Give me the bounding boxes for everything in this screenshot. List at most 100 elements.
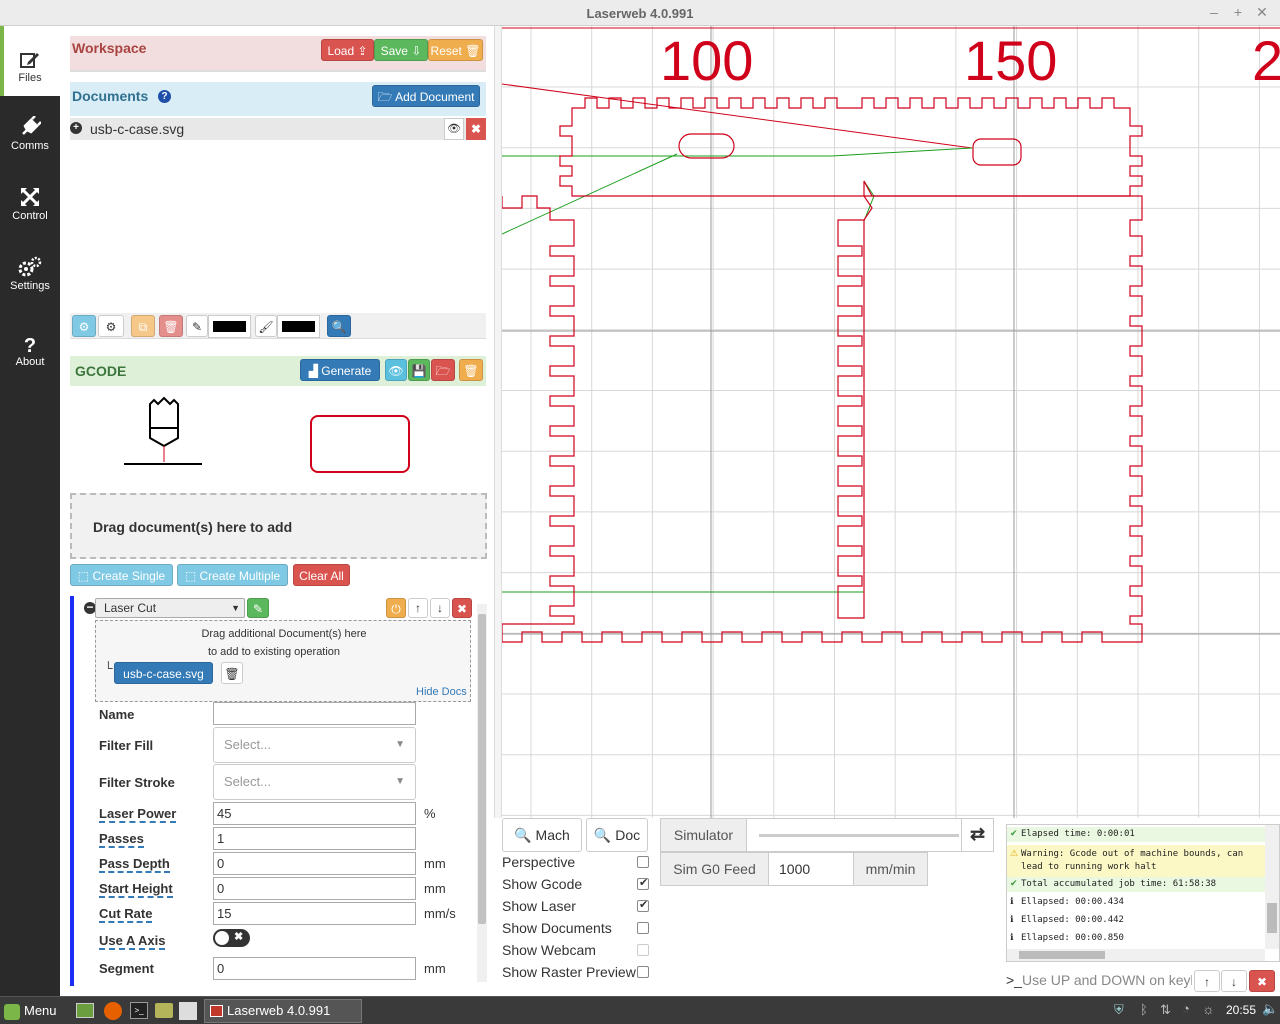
dropzone-text: Drag document(s) here to add bbox=[93, 519, 293, 535]
filter-fill-select[interactable]: Select... ▼ bbox=[213, 727, 416, 763]
console-input[interactable]: >_Use UP and DOWN on keyb bbox=[1006, 968, 1192, 992]
add-document-button[interactable]: 🗁 Add Document bbox=[372, 85, 480, 107]
taskbar-window-laserweb[interactable]: Laserweb 4.0.991 bbox=[204, 999, 362, 1023]
trash-button[interactable]: 🗑 bbox=[159, 315, 183, 337]
power-toggle-button[interactable]: ⏻ bbox=[386, 598, 406, 618]
maximize-icon[interactable]: + bbox=[1230, 4, 1246, 20]
select-all-button[interactable]: ⚙ bbox=[72, 315, 96, 337]
delete-document-button[interactable]: ✖ bbox=[466, 118, 486, 140]
load-gcode-button[interactable]: 🗁 bbox=[431, 359, 455, 381]
passes-label: Passes bbox=[99, 831, 144, 848]
operation-documents[interactable]: Drag additional Document(s) here to add … bbox=[95, 620, 471, 702]
segment-input[interactable]: 0 bbox=[213, 957, 416, 980]
bluetooth-icon[interactable]: ᛒ bbox=[1140, 1002, 1148, 1017]
eye-icon[interactable]: 👁 bbox=[444, 118, 464, 140]
show-webcam-checkbox[interactable] bbox=[637, 944, 649, 956]
save-gcode-button[interactable]: 💾 bbox=[408, 359, 430, 381]
view-gcode-button[interactable]: 👁 bbox=[385, 359, 407, 381]
generate-button[interactable]: ▟ Generate bbox=[300, 359, 380, 381]
history-down-button[interactable]: ↓ bbox=[1221, 970, 1247, 992]
name-input[interactable] bbox=[213, 702, 416, 725]
edit-icon bbox=[20, 53, 39, 68]
start-height-input[interactable]: 0 bbox=[213, 877, 416, 900]
filter-stroke-select[interactable]: Select... ▼ bbox=[213, 764, 416, 800]
stroke-color-swatch[interactable] bbox=[277, 315, 320, 338]
use-a-axis-toggle[interactable]: ✖ bbox=[213, 929, 250, 947]
show-raster-preview-row: Show Raster Preview bbox=[502, 964, 649, 980]
reset-button[interactable]: Reset 🗑 bbox=[428, 39, 483, 61]
sidebar-item-control[interactable]: Control bbox=[0, 186, 60, 256]
log-line: ℹ Ellapsed: 00:00.850 bbox=[1010, 933, 1124, 943]
laser-power-input[interactable]: 45 bbox=[213, 802, 416, 825]
create-multiple-button[interactable]: ⬚ Create Multiple bbox=[177, 564, 288, 586]
workspace-canvas[interactable]: 100 150 2 bbox=[502, 26, 1280, 818]
console-vscrollbar[interactable] bbox=[1265, 825, 1279, 949]
doc-view-button[interactable]: 🔍 Doc bbox=[586, 818, 648, 852]
sidebar-item-comms[interactable]: Comms bbox=[0, 116, 60, 186]
select-none-button[interactable]: ⚙ bbox=[98, 315, 124, 337]
sidebar-item-about[interactable]: ? About bbox=[0, 326, 60, 396]
show-documents-checkbox[interactable] bbox=[637, 922, 649, 934]
fill-pencil-icon[interactable]: ✎ bbox=[186, 315, 208, 337]
history-up-button[interactable]: ↑ bbox=[1194, 970, 1220, 992]
remove-doc-button[interactable]: 🗑 bbox=[221, 662, 243, 684]
mach-view-button[interactable]: 🔍 Mach bbox=[502, 818, 582, 852]
show-gcode-checkbox[interactable] bbox=[637, 876, 649, 890]
firefox-icon[interactable] bbox=[104, 1002, 122, 1020]
hide-docs-link[interactable]: Hide Docs bbox=[416, 686, 467, 698]
taskbar: Menu >_ Laserweb 4.0.991 ⛨ ᛒ ⇅ ◔ ☼ 20:55… bbox=[0, 996, 1280, 1024]
terminal-icon[interactable]: >_ bbox=[130, 1002, 148, 1019]
clear-all-button[interactable]: Clear All bbox=[293, 564, 350, 586]
search-button[interactable]: 🔍 bbox=[327, 315, 351, 337]
simulator-slider[interactable] bbox=[759, 834, 959, 837]
network-icon[interactable]: ⇅ bbox=[1160, 1002, 1171, 1018]
load-button[interactable]: Load ⇪ bbox=[321, 39, 374, 61]
log-line: ✔ Total accumulated job time: 61:58:38 bbox=[1007, 877, 1265, 892]
files-panel: Workspace Load ⇪ Save ⇩ Reset 🗑 Document… bbox=[60, 26, 494, 996]
operation-doc-tag[interactable]: usb-c-case.svg bbox=[114, 662, 213, 684]
fill-color-swatch[interactable] bbox=[208, 315, 251, 338]
document-dropzone[interactable]: Drag document(s) here to add bbox=[70, 493, 487, 559]
create-single-button[interactable]: ⬚ Create Single bbox=[70, 564, 173, 586]
show-raster-preview-checkbox[interactable] bbox=[637, 966, 649, 978]
show-laser-checkbox[interactable] bbox=[637, 898, 649, 912]
brightness-icon[interactable]: ☼ bbox=[1202, 1001, 1215, 1017]
perspective-checkbox[interactable] bbox=[637, 856, 649, 868]
stroke-brush-icon[interactable]: 🖌 bbox=[255, 315, 277, 337]
operation-type-select[interactable]: Laser Cut ▼ bbox=[95, 598, 245, 618]
delete-operation-button[interactable]: ✖ bbox=[452, 598, 472, 618]
help-icon[interactable]: ? bbox=[158, 90, 171, 103]
swap-icon[interactable]: ⇄ bbox=[961, 819, 993, 851]
shield-icon[interactable]: ⛨ bbox=[1114, 1002, 1124, 1018]
edit-operation-button[interactable]: ✎ bbox=[247, 598, 269, 618]
folder-icon[interactable] bbox=[155, 1003, 173, 1018]
documents-title: Documents bbox=[72, 88, 149, 104]
app-grid-icon[interactable] bbox=[179, 1002, 197, 1020]
document-row[interactable]: + usb-c-case.svg 👁 ✖ bbox=[70, 118, 486, 140]
workspace-header: Workspace Load ⇪ Save ⇩ Reset 🗑 bbox=[70, 36, 486, 72]
minimize-icon[interactable]: – bbox=[1206, 4, 1222, 20]
move-up-button[interactable]: ↑ bbox=[408, 598, 428, 618]
expand-icon[interactable]: + bbox=[70, 122, 82, 134]
pass-depth-input[interactable]: 0 bbox=[213, 852, 416, 875]
sim-feed-input[interactable]: 1000 bbox=[779, 853, 851, 885]
console-hscrollbar[interactable] bbox=[1007, 949, 1265, 961]
clear-gcode-button[interactable]: 🗑 bbox=[459, 359, 483, 381]
gears-icon bbox=[18, 256, 42, 277]
clear-console-button[interactable]: ✖ bbox=[1249, 970, 1275, 992]
passes-input[interactable]: 1 bbox=[213, 827, 416, 850]
sidebar-item-settings[interactable]: Settings bbox=[0, 256, 60, 326]
menu-button[interactable]: Menu bbox=[4, 1001, 68, 1021]
operation-scrollbar[interactable] bbox=[477, 604, 487, 982]
clock[interactable]: 20:55 bbox=[1226, 1003, 1256, 1017]
move-down-button[interactable]: ↓ bbox=[430, 598, 450, 618]
cut-rate-input[interactable]: 15 bbox=[213, 902, 416, 925]
volume-icon[interactable]: 🔈 bbox=[1262, 1001, 1278, 1017]
copy-button[interactable]: ⧉ bbox=[131, 315, 155, 337]
sidebar-item-files[interactable]: Files bbox=[0, 26, 60, 96]
console-log[interactable]: ✔ Elapsed time: 0:00:01 ⚠ Warning: Gcode o… bbox=[1006, 824, 1280, 962]
save-button[interactable]: Save ⇩ bbox=[374, 39, 428, 61]
wifi-icon[interactable]: ◔ bbox=[1182, 1001, 1190, 1016]
close-icon[interactable]: ✕ bbox=[1254, 4, 1270, 21]
show-desktop-icon[interactable] bbox=[76, 1003, 94, 1018]
